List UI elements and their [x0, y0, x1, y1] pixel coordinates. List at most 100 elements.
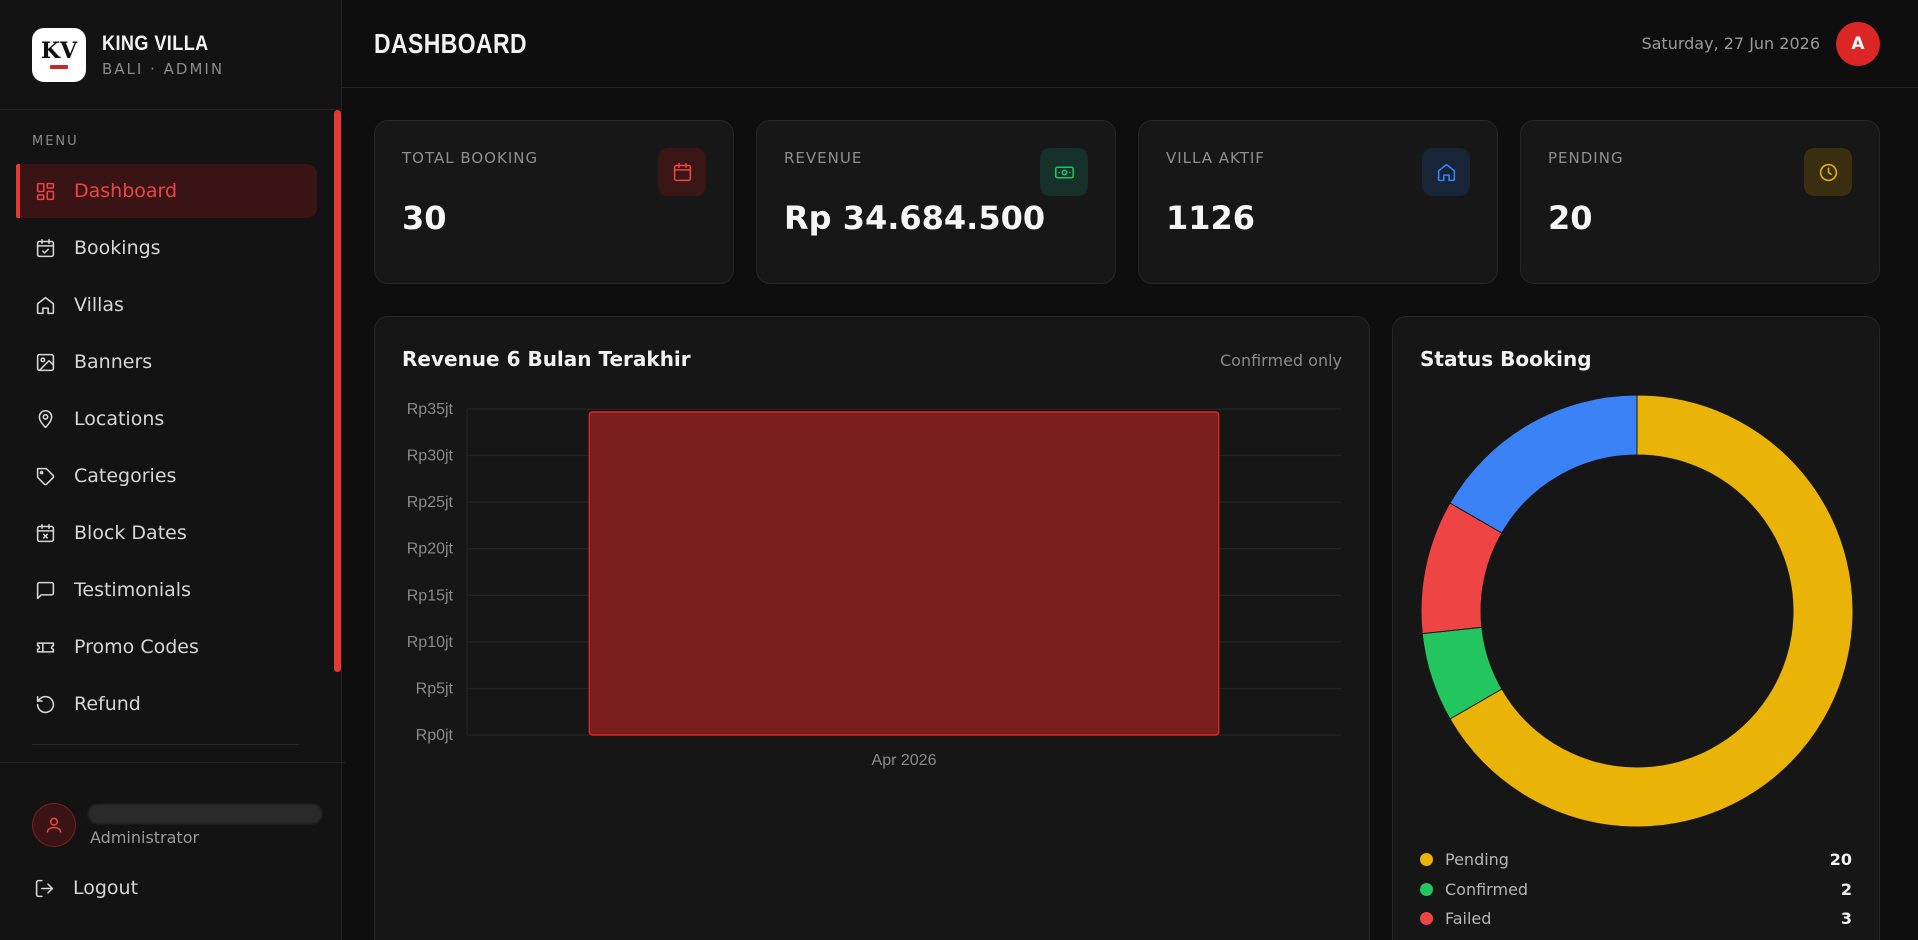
stats-row: TOTAL BOOKING 30 REVENUE Rp 34.684.500 V… — [342, 88, 1918, 284]
user-profile[interactable]: Administrator — [0, 763, 345, 847]
legend-item-failed[interactable]: Failed 3 — [1420, 904, 1852, 934]
sidebar-item-label: Locations — [74, 408, 165, 430]
user-icon — [32, 803, 76, 847]
dashboard-icon — [34, 180, 56, 202]
refresh-icon — [34, 693, 56, 715]
sidebar-item-categories[interactable]: Categories — [16, 449, 317, 503]
brand-logo: KV — [32, 27, 86, 82]
page-title: DASHBOARD — [374, 27, 527, 59]
calendar-check-icon — [34, 237, 56, 259]
main-content: DASHBOARD Saturday, 27 Jun 2026 A TOTAL … — [342, 0, 1918, 940]
sidebar-item-promo-codes[interactable]: Promo Codes — [16, 620, 317, 674]
stat-card-pending: PENDING 20 — [1520, 120, 1880, 284]
sidebar-footer: Administrator Logout — [0, 762, 345, 940]
sidebar-item-label: Banners — [74, 351, 153, 373]
sidebar-item-bookings[interactable]: Bookings — [16, 221, 317, 275]
legend-dot — [1420, 882, 1433, 896]
stat-value: 20 — [1548, 199, 1593, 237]
home-icon — [34, 294, 56, 316]
y-tick-label: Rp10jt — [407, 634, 454, 651]
y-tick-label: Rp35jt — [407, 401, 454, 418]
sidebar-item-refund[interactable]: Refund — [16, 677, 317, 731]
status-legend: Pending 20 Confirmed 2 Failed 3 — [1420, 845, 1852, 934]
stat-card-villa-aktif: VILLA AKTIF 1126 — [1138, 120, 1498, 284]
legend-dot — [1420, 853, 1433, 867]
sidebar-scrollbar[interactable] — [334, 110, 341, 672]
stat-value: 1126 — [1166, 199, 1256, 237]
current-date: Saturday, 27 Jun 2026 — [1641, 34, 1820, 53]
donut-slice[interactable] — [1449, 394, 1638, 534]
legend-count: 20 — [1829, 850, 1852, 870]
menu-label: MENU — [32, 134, 79, 149]
ticket-icon — [34, 636, 56, 658]
y-tick-label: Rp15jt — [407, 587, 454, 604]
legend-count: 3 — [1840, 909, 1852, 929]
legend-item-pending[interactable]: Pending 20 — [1420, 845, 1852, 875]
brand-text: KING VILLA BALI · ADMIN — [102, 32, 226, 78]
y-tick-label: Rp5jt — [416, 680, 454, 697]
topbar: DASHBOARD Saturday, 27 Jun 2026 A — [342, 0, 1918, 88]
stat-card-revenue: REVENUE Rp 34.684.500 — [756, 120, 1116, 284]
sidebar-item-locations[interactable]: Locations — [16, 392, 317, 446]
legend-label: Failed — [1445, 909, 1492, 929]
brand-subtitle: BALI · ADMIN — [102, 59, 225, 78]
legend-label: Confirmed — [1445, 879, 1529, 899]
topbar-right: Saturday, 27 Jun 2026 A — [1641, 21, 1880, 66]
message-icon — [34, 579, 56, 601]
logo-text: KV — [40, 38, 78, 64]
status-panel-title: Status Booking — [1420, 347, 1592, 371]
sidebar-item-dashboard[interactable]: Dashboard — [16, 164, 317, 218]
logo-bar — [50, 65, 68, 69]
revenue-panel-title: Revenue 6 Bulan Terakhir — [402, 347, 691, 371]
calendar-icon — [658, 148, 706, 196]
status-donut-chart — [1420, 394, 1854, 828]
sidebar-item-label: Block Dates — [74, 522, 187, 544]
sidebar-item-banners[interactable]: Banners — [16, 335, 317, 389]
cash-icon — [1040, 148, 1088, 196]
revenue-panel: Rp0jt Rp5jt Rp10jt Rp15jt Rp20jt Rp25jt Rp30jt… — [374, 316, 1370, 940]
legend-item-confirmed[interactable]: Confirmed 2 — [1420, 875, 1852, 905]
legend-dot — [1420, 912, 1433, 926]
avatar[interactable]: A — [1836, 21, 1880, 66]
legend-label: Pending — [1445, 850, 1509, 870]
sidebar-item-label: Bookings — [74, 237, 161, 259]
y-tick-label: Rp25jt — [407, 494, 454, 511]
user-name-redacted — [88, 803, 322, 824]
y-tick-label: Rp0jt — [416, 727, 454, 744]
panels-row: Rp0jt Rp5jt Rp10jt Rp15jt Rp20jt Rp25jt Rp30jt… — [342, 284, 1918, 940]
bar[interactable] — [588, 411, 1220, 736]
sidebar-item-label: Testimonials — [74, 579, 191, 601]
sidebar-item-block-dates[interactable]: Block Dates — [16, 506, 317, 560]
y-tick-label: Rp20jt — [407, 541, 454, 558]
sidebar: KV KING VILLA BALI · ADMIN MENU Dashboar… — [0, 0, 345, 940]
stat-value: Rp 34.684.500 — [784, 199, 1046, 237]
x-tick-label: Apr 2026 — [872, 752, 937, 769]
stat-card-total-booking: TOTAL BOOKING 30 — [374, 120, 734, 284]
sidebar-item-label: Dashboard — [74, 180, 178, 202]
sidebar-item-label: Categories — [74, 465, 177, 487]
legend-count: 2 — [1840, 879, 1852, 899]
y-tick-label: Rp30jt — [407, 448, 454, 465]
home-icon — [1422, 148, 1470, 196]
sidebar-item-label: Promo Codes — [74, 636, 199, 658]
logout-button[interactable]: Logout — [0, 847, 345, 899]
brand[interactable]: KV KING VILLA BALI · ADMIN — [0, 0, 341, 110]
revenue-bar-chart: Rp0jt Rp5jt Rp10jt Rp15jt Rp20jt Rp25jt Rp30jt… — [407, 401, 1341, 769]
app-root: KV KING VILLA BALI · ADMIN MENU Dashboar… — [0, 0, 1918, 940]
clock-icon — [1804, 148, 1852, 196]
user-info: Administrator — [88, 803, 322, 847]
sidebar-item-label: Villas — [74, 294, 124, 316]
logout-icon — [35, 879, 54, 897]
map-pin-icon — [34, 408, 56, 430]
status-panel: Status Booking Pending 20 Confirmed 2 Fa… — [1392, 316, 1880, 940]
calendar-x-icon — [34, 522, 56, 544]
image-icon — [34, 351, 56, 373]
sidebar-item-villas[interactable]: Villas — [16, 278, 317, 332]
sidebar-item-testimonials[interactable]: Testimonials — [16, 563, 317, 617]
revenue-panel-note: Confirmed only — [1220, 351, 1342, 370]
logout-label: Logout — [73, 877, 139, 899]
sidebar-nav: Dashboard Bookings Villas Banners Locati… — [0, 164, 341, 734]
sidebar-item-label: Refund — [74, 693, 141, 715]
nav-divider — [32, 744, 299, 745]
stat-value: 30 — [402, 199, 447, 237]
